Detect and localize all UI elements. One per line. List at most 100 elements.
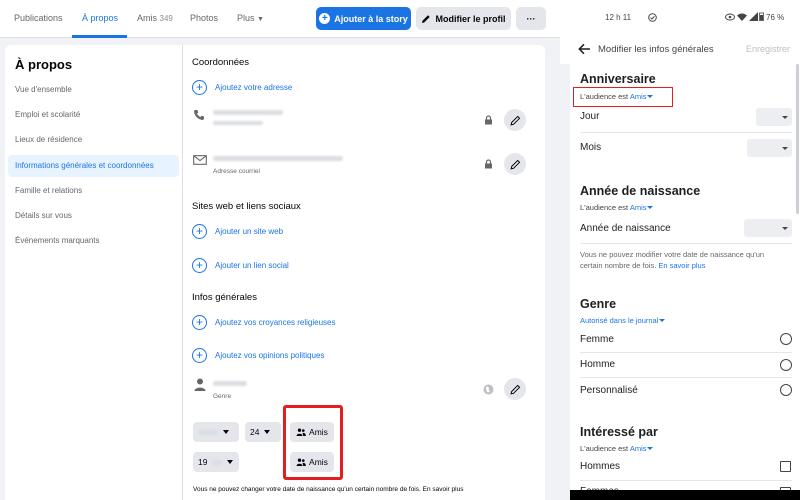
birth-year-title: Année de naissance — [580, 184, 701, 198]
gender-audience-selector[interactable]: Autorisé dans le journal — [580, 316, 666, 325]
mobile-header-title: Modifier les infos générales — [598, 44, 714, 55]
divider — [580, 377, 792, 378]
add-religion-link[interactable]: + Ajoutez vos croyances religieuses — [192, 314, 336, 330]
sidebar-item-life-events[interactable]: Événements marquants — [8, 230, 179, 252]
tab-amis-label: Amis — [137, 13, 157, 23]
profile-tab-bar: Publications À propos Amis 349 Photos Pl… — [0, 0, 560, 38]
interested-audience-selector[interactable]: L'audience est Amis — [580, 444, 654, 453]
birthday-title: Anniversaire — [580, 72, 656, 86]
tab-publications[interactable]: Publications — [14, 13, 63, 23]
radio-femme[interactable] — [780, 333, 792, 345]
plus-circle-icon: + — [192, 347, 207, 363]
tab-plus-label: Plus — [237, 13, 255, 23]
learn-more-link[interactable]: En savoir plus — [658, 261, 705, 270]
save-button[interactable]: Enregistrer — [746, 44, 790, 54]
birth-year-note: Vous ne pouvez modifier votre date de na… — [580, 249, 785, 271]
birth-year-audience-selector[interactable]: L'audience est Amis — [580, 203, 654, 212]
birthday-audience-label: Amis — [309, 427, 328, 437]
birth-year-select[interactable] — [744, 219, 792, 237]
edit-profile-label: Modifier le profil — [435, 13, 506, 24]
birth-year-audience-label: Amis — [309, 457, 328, 467]
wifi-icon — [737, 13, 747, 21]
pencil-icon — [509, 115, 520, 126]
audience-value: Amis — [629, 203, 647, 212]
birth-day-select[interactable]: 24 — [245, 422, 281, 442]
scrollbar[interactable] — [796, 64, 799, 214]
caret-down-icon — [659, 319, 666, 322]
plus-circle-icon: + — [192, 257, 207, 273]
more-options-button[interactable]: ··· — [516, 7, 546, 30]
add-website-label: Ajouter un site web — [215, 226, 284, 236]
tab-plus[interactable]: Plus ▼ — [237, 13, 264, 23]
birthday-audience-selector[interactable]: L'audience est Amis — [580, 92, 654, 101]
birthday-audience-button[interactable]: Amis — [290, 422, 334, 442]
plus-circle-icon: + — [192, 79, 207, 95]
sidebar-item-overview[interactable]: Vue d'ensemble — [8, 79, 179, 101]
add-social-link[interactable]: + Ajouter un lien social — [192, 257, 289, 273]
system-navigation-bar — [570, 490, 800, 500]
birth-year-audience-button[interactable]: Amis — [290, 452, 334, 472]
birthday-change-note: Vous ne pouvez changer votre date de nai… — [193, 486, 464, 493]
plus-circle-icon: + — [192, 314, 207, 330]
gender-redacted — [213, 381, 247, 386]
chevron-down-icon — [782, 146, 788, 150]
add-to-story-button[interactable]: + Ajouter à la story — [316, 7, 411, 30]
check-circle-icon — [648, 13, 657, 22]
edit-gender-button[interactable] — [504, 378, 526, 400]
add-politics-link[interactable]: + Ajoutez vos opinions politiques — [192, 347, 324, 363]
add-address-link[interactable]: + Ajoutez votre adresse — [192, 79, 292, 95]
general-info-section-title: Infos générales — [192, 292, 257, 303]
tab-photos[interactable]: Photos — [190, 13, 218, 23]
battery-percent: 76 % — [766, 13, 785, 22]
back-arrow-icon[interactable] — [578, 43, 591, 55]
sidebar-item-places[interactable]: Lieux de résidence — [8, 129, 179, 151]
mobile-header: Modifier les infos générales Enregistrer — [560, 34, 800, 64]
gender-option-custom: Personnalisé — [580, 385, 638, 396]
pencil-icon — [422, 14, 431, 23]
edit-profile-button[interactable]: Modifier le profil — [416, 7, 511, 30]
plus-icon: + — [319, 13, 331, 24]
websites-section-title: Sites web et liens sociaux — [192, 201, 301, 212]
interested-in-title: Intéressé par — [580, 425, 658, 439]
desktop-profile-view: Publications À propos Amis 349 Photos Pl… — [0, 0, 560, 500]
month-label: Mois — [580, 142, 602, 153]
plus-circle-icon: + — [192, 223, 207, 239]
audience-value: Amis — [629, 444, 647, 453]
divider — [580, 480, 792, 481]
add-website-link[interactable]: + Ajouter un site web — [192, 223, 283, 239]
tab-amis[interactable]: Amis 349 — [137, 13, 173, 23]
audience-prefix: L'audience est — [580, 92, 630, 101]
sidebar-item-family[interactable]: Famille et relations — [8, 180, 179, 202]
sidebar-item-contact-info[interactable]: Informations générales et coordonnées — [8, 155, 179, 177]
eye-icon — [725, 13, 735, 21]
chevron-down-icon — [223, 430, 229, 434]
radio-personnalise[interactable] — [780, 384, 792, 396]
sidebar-item-work-education[interactable]: Emploi et scolarité — [8, 104, 179, 126]
audience-prefix: L'audience est — [580, 444, 630, 453]
tab-a-propos[interactable]: À propos — [82, 13, 118, 23]
edit-email-button[interactable] — [504, 153, 526, 175]
month-select[interactable] — [747, 139, 792, 157]
add-to-story-label: Ajouter à la story — [334, 13, 408, 24]
add-religion-label: Ajoutez vos croyances religieuses — [215, 317, 336, 327]
chevron-down-icon — [782, 115, 788, 119]
add-social-label: Ajouter un lien social — [215, 260, 289, 270]
divider — [580, 352, 792, 353]
signal-icon — [749, 12, 758, 21]
checkbox-hommes[interactable] — [780, 461, 791, 472]
contact-section-title: Coordonnées — [192, 57, 250, 68]
pencil-icon — [509, 159, 520, 170]
friends-icon — [296, 458, 306, 466]
edit-phone-button[interactable] — [504, 109, 526, 131]
email-redacted — [213, 156, 343, 161]
chevron-down-icon: ▼ — [257, 16, 264, 23]
add-address-label: Ajoutez votre adresse — [215, 82, 293, 92]
chevron-down-icon — [264, 430, 271, 434]
sidebar-item-details[interactable]: Détails sur vous — [8, 205, 179, 227]
radio-homme[interactable] — [780, 359, 792, 371]
status-bar: 12 h 11 76 % — [560, 0, 800, 34]
day-select[interactable] — [756, 108, 792, 126]
birth-month-select[interactable] — [193, 422, 239, 442]
birth-year-select[interactable]: 19 — [193, 452, 239, 472]
globe-icon — [483, 384, 494, 395]
